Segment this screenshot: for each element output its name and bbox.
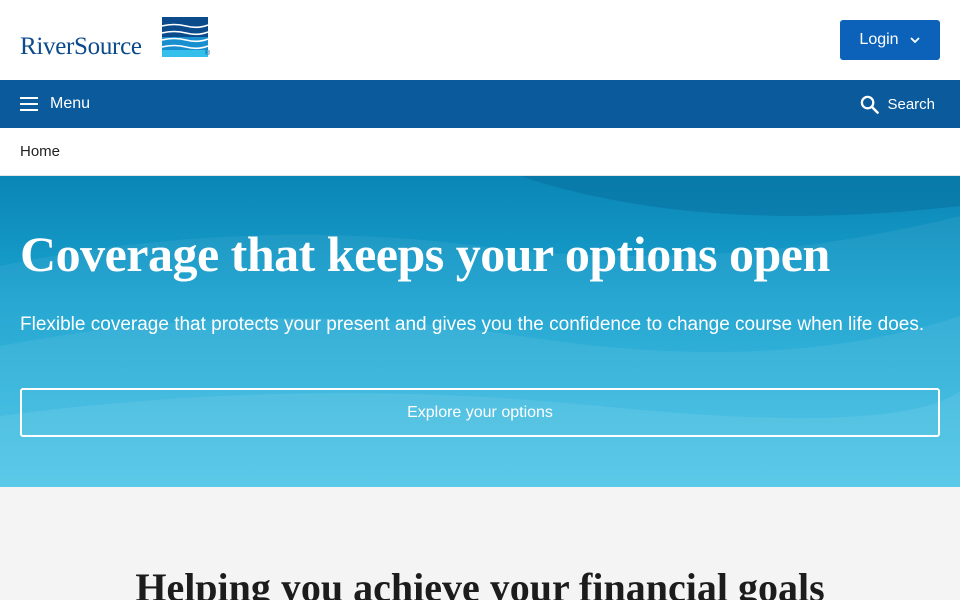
hero-banner: Coverage that keeps your options open Fl…	[0, 176, 960, 487]
menu-label: Menu	[50, 95, 91, 112]
search-label: Search	[887, 95, 935, 113]
breadcrumb: Home	[0, 128, 960, 176]
goals-section: Helping you achieve your financial goals	[0, 487, 960, 600]
riversource-logo[interactable]: RiverSource ®	[20, 17, 212, 60]
goals-section-title: Helping you achieve your financial goals	[135, 565, 825, 600]
login-label: Login	[859, 31, 899, 48]
breadcrumb-home-link[interactable]: Home	[20, 143, 60, 160]
hero-title: Coverage that keeps your options open	[20, 226, 830, 282]
registered-mark: ®	[205, 50, 211, 57]
menu-button[interactable]: Menu	[20, 80, 90, 128]
login-button[interactable]: Login	[840, 20, 940, 60]
hero-subtitle: Flexible coverage that protects your pre…	[20, 314, 925, 335]
explore-options-label: Explore your options	[407, 403, 553, 421]
explore-options-button[interactable]: Explore your options	[20, 388, 940, 437]
search-button[interactable]: Search	[860, 80, 935, 128]
site-header: RiverSource ® Login	[0, 0, 960, 80]
main-navbar: Menu Search	[0, 80, 960, 128]
river-waves-icon	[162, 17, 209, 57]
chevron-down-icon	[909, 37, 920, 44]
logo-wordmark: RiverSource	[20, 33, 142, 60]
search-icon	[861, 95, 880, 114]
hamburger-icon	[20, 97, 38, 111]
